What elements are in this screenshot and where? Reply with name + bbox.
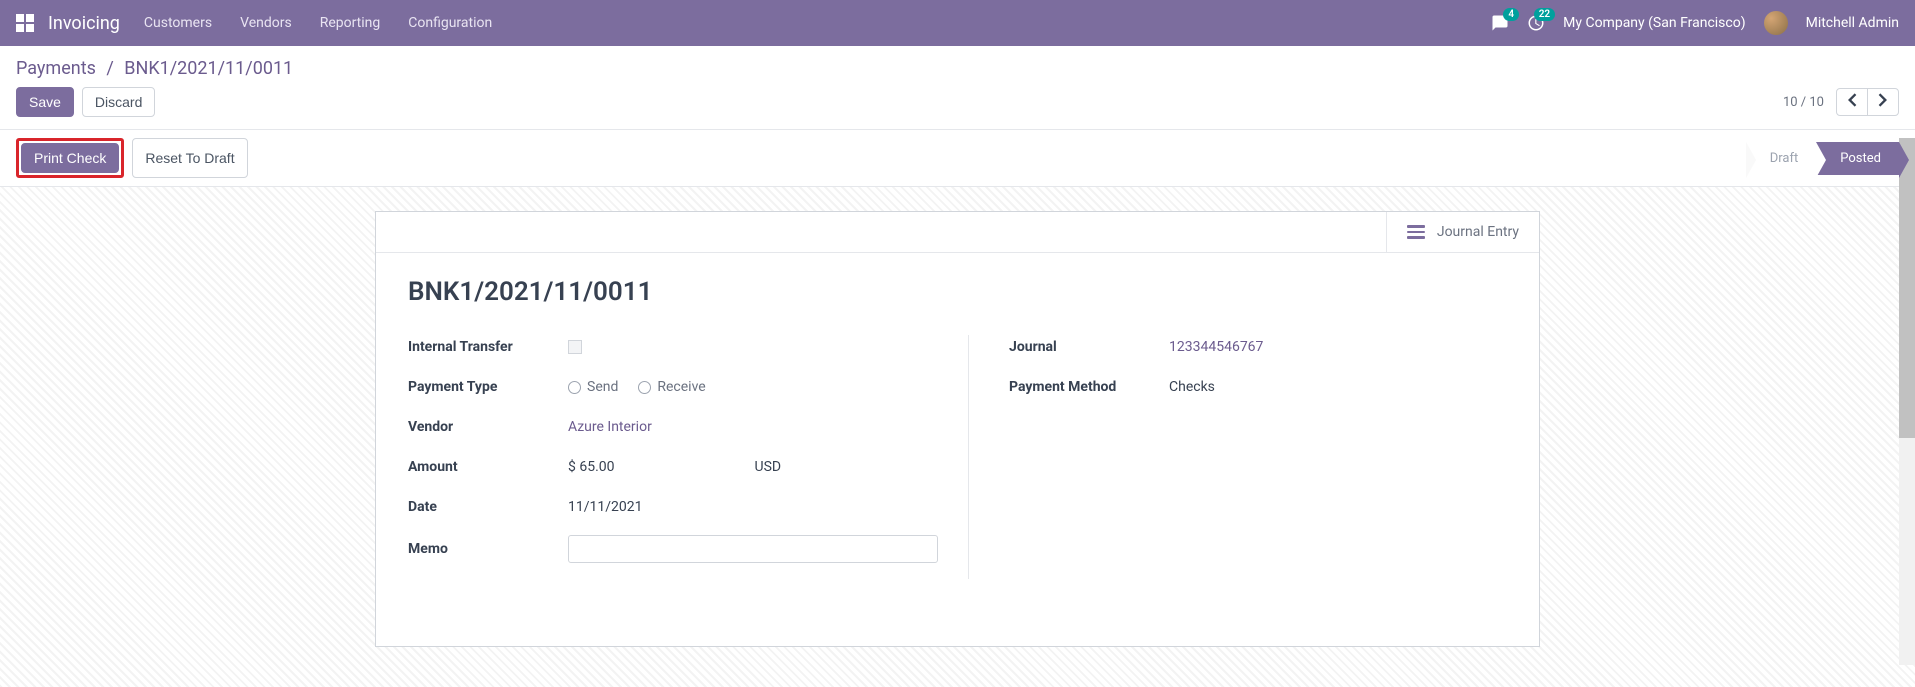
app-brand[interactable]: Invoicing	[48, 13, 120, 34]
label-date: Date	[408, 499, 568, 515]
top-nav: Invoicing Customers Vendors Reporting Co…	[0, 0, 1915, 46]
currency-value: USD	[755, 459, 782, 475]
amount-value: $ 65.00	[568, 459, 615, 475]
print-check-button[interactable]: Print Check	[21, 143, 119, 173]
activity-icon[interactable]: 22	[1527, 14, 1545, 32]
avatar[interactable]	[1764, 11, 1788, 35]
breadcrumb-bar: Payments / BNK1/2021/11/0011	[0, 46, 1915, 87]
label-payment-type: Payment Type	[408, 379, 568, 395]
form-sheet: Journal Entry BNK1/2021/11/0011 Internal…	[375, 211, 1540, 647]
breadcrumb-parent[interactable]: Payments	[16, 58, 96, 79]
journal-value[interactable]: 123344546767	[1169, 339, 1263, 355]
user-name[interactable]: Mitchell Admin	[1806, 15, 1899, 31]
nav-item-configuration[interactable]: Configuration	[408, 15, 492, 31]
nav-item-customers[interactable]: Customers	[144, 15, 212, 31]
label-vendor: Vendor	[408, 419, 568, 435]
label-amount: Amount	[408, 459, 568, 475]
activity-badge: 22	[1534, 8, 1555, 21]
hamburger-icon	[1407, 225, 1425, 239]
breadcrumb: Payments / BNK1/2021/11/0011	[16, 58, 293, 79]
status-steps: Draft Posted	[1746, 142, 1899, 175]
content-area: Journal Entry BNK1/2021/11/0011 Internal…	[0, 187, 1915, 687]
discard-button[interactable]: Discard	[82, 87, 155, 117]
reset-to-draft-button[interactable]: Reset To Draft	[132, 138, 247, 178]
nav-item-vendors[interactable]: Vendors	[240, 15, 292, 31]
scrollbar[interactable]	[1899, 138, 1915, 665]
breadcrumb-current: BNK1/2021/11/0011	[124, 58, 293, 79]
journal-entry-button[interactable]: Journal Entry	[1386, 212, 1539, 252]
radio-icon	[638, 381, 651, 394]
company-selector[interactable]: My Company (San Francisco)	[1563, 15, 1745, 31]
highlight-annotation: Print Check	[16, 138, 124, 178]
date-value: 11/11/2021	[568, 499, 643, 515]
label-internal-transfer: Internal Transfer	[408, 339, 568, 355]
apps-icon[interactable]	[16, 14, 34, 32]
action-row: Save Discard 10 / 10	[0, 87, 1915, 129]
label-payment-method: Payment Method	[1009, 379, 1169, 395]
journal-entry-label: Journal Entry	[1437, 224, 1519, 240]
pager-next-button[interactable]	[1867, 89, 1898, 115]
status-draft[interactable]: Draft	[1746, 142, 1817, 175]
record-title: BNK1/2021/11/0011	[408, 277, 1507, 307]
pager: 10 / 10	[1783, 88, 1899, 116]
chat-badge: 4	[1503, 8, 1519, 21]
memo-input[interactable]	[568, 535, 938, 563]
radio-receive[interactable]: Receive	[638, 379, 705, 395]
nav-item-reporting[interactable]: Reporting	[320, 15, 381, 31]
status-posted[interactable]: Posted	[1816, 142, 1899, 175]
vendor-value[interactable]: Azure Interior	[568, 419, 652, 435]
chat-icon[interactable]: 4	[1491, 14, 1509, 32]
radio-send[interactable]: Send	[568, 379, 618, 395]
nav-menu: Customers Vendors Reporting Configuratio…	[144, 15, 492, 31]
pager-text: 10 / 10	[1783, 95, 1824, 110]
radio-icon	[568, 381, 581, 394]
label-journal: Journal	[1009, 339, 1169, 355]
save-button[interactable]: Save	[16, 87, 74, 117]
label-memo: Memo	[408, 541, 568, 557]
payment-method-value: Checks	[1169, 379, 1215, 395]
pager-prev-button[interactable]	[1837, 89, 1867, 115]
status-bar: Print Check Reset To Draft Draft Posted	[0, 129, 1915, 187]
internal-transfer-checkbox[interactable]	[568, 340, 582, 354]
scrollbar-thumb[interactable]	[1899, 138, 1915, 438]
